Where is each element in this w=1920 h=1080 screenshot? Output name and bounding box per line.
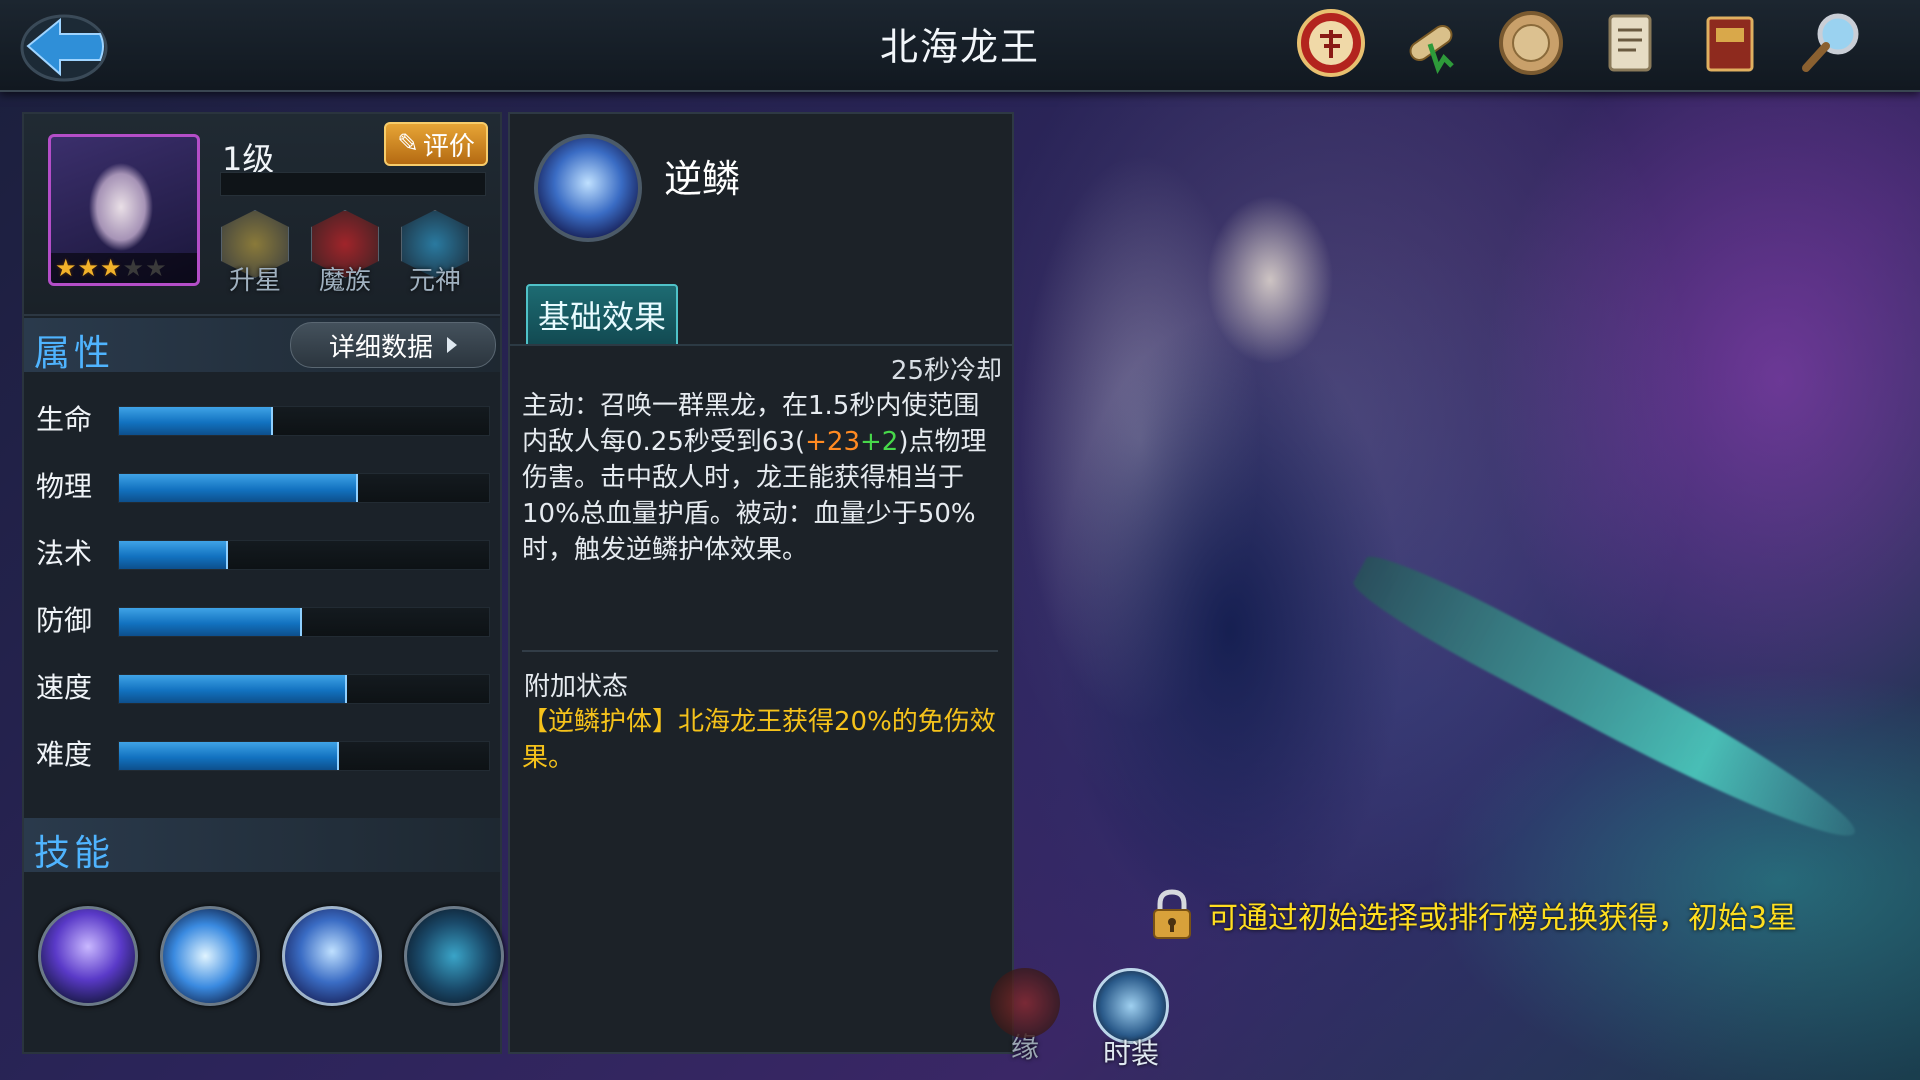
faction-badge[interactable]: 魔族 — [306, 210, 384, 302]
skill-description: 主动：召唤一群黑龙，在1.5秒内使范围内敌人每0.25秒受到63(+23+2)点… — [522, 391, 987, 565]
coin-icon[interactable] — [1494, 6, 1568, 80]
stat-row-physical: 物理 — [36, 465, 492, 505]
top-bar: 北海龙王 — [0, 0, 1920, 92]
book-icon[interactable] — [1694, 6, 1768, 80]
addon-state-title: 附加状态 — [524, 672, 629, 702]
attributes-title: 属性 — [34, 333, 115, 374]
challenge-icon[interactable] — [1294, 6, 1368, 80]
skill-detail-panel: 逆鳞 基础效果 25秒冷却 主动：召唤一群黑龙，在1.5秒内使范围内敌人每0.2… — [508, 112, 1014, 1054]
detail-data-button[interactable]: 详细数据 — [290, 322, 496, 368]
fate-icon — [990, 968, 1060, 1038]
magnifier-icon[interactable] — [1794, 6, 1868, 80]
addon-state-description: 【逆鳞护体】北海龙王获得20%的免伤效果。 — [522, 707, 996, 773]
skill-2-icon[interactable] — [160, 906, 260, 1006]
tab-fate[interactable]: 缘 — [980, 968, 1070, 1068]
stat-row-defense: 防御 — [36, 599, 492, 639]
star-empty-icon: ★ — [122, 254, 145, 282]
skill-1-icon[interactable] — [38, 906, 138, 1006]
skills-title: 技能 — [34, 833, 115, 874]
star-icon: ★ — [77, 254, 100, 282]
skills-header: 技能 — [24, 818, 500, 874]
hero-card: ★ ★ ★ ★ ★ 1级 ✎ 评价 升星 魔族 元神 — [24, 114, 500, 316]
rate-label: 评价 — [422, 131, 475, 162]
lock-icon — [1153, 889, 1191, 939]
stat-bar — [118, 473, 490, 503]
spirit-badge[interactable]: 元神 — [396, 210, 474, 302]
hero-info-panel: ★ ★ ★ ★ ★ 1级 ✎ 评价 升星 魔族 元神 属性 详细数据 生命 物理… — [22, 112, 504, 1054]
star-up-badge[interactable]: 升星 — [216, 210, 294, 302]
stat-row-speed: 速度 — [36, 666, 492, 706]
stat-bar — [118, 406, 490, 436]
attributes-header: 属性 详细数据 — [24, 318, 500, 374]
tab-basic-effect[interactable]: 基础效果 — [526, 284, 678, 346]
scroll-icon[interactable] — [1394, 6, 1468, 80]
exp-bar — [220, 172, 486, 196]
rate-button[interactable]: ✎ 评价 — [384, 122, 488, 166]
stat-row-magic: 法术 — [36, 532, 492, 572]
detail-data-label: 详细数据 — [328, 332, 433, 363]
skill-3-icon[interactable] — [282, 906, 382, 1006]
star-empty-icon: ★ — [145, 254, 167, 282]
stat-bar — [118, 741, 490, 771]
stat-bar — [118, 674, 490, 704]
page-title: 北海龙王 — [879, 25, 1040, 69]
play-arrow-icon — [447, 337, 457, 353]
star-icon: ★ — [100, 254, 122, 282]
back-button[interactable] — [14, 6, 110, 86]
skill-name: 逆鳞 — [664, 157, 741, 201]
stat-bar — [118, 540, 490, 570]
edit-icon: ✎ — [397, 129, 419, 159]
parchment-icon[interactable] — [1594, 6, 1668, 80]
skill-list — [38, 906, 504, 1006]
divider — [522, 650, 998, 652]
back-arrow-icon — [20, 14, 108, 82]
tab-underline — [510, 344, 1012, 346]
dragon-skill-icon — [534, 134, 642, 242]
skill-cooldown: 25秒冷却 — [890, 356, 1002, 386]
stat-bar — [118, 607, 490, 637]
stat-row-difficulty: 难度 — [36, 733, 492, 773]
tab-costume[interactable]: 时装 — [1086, 968, 1176, 1070]
unlock-note: 可通过初始选择或排行榜兑换获得，初始3星 — [1148, 888, 1797, 942]
star-icon: ★ — [55, 254, 77, 282]
skill-4-icon[interactable] — [404, 906, 504, 1006]
hero-portrait[interactable]: ★ ★ ★ ★ ★ — [48, 134, 200, 286]
star-rating: ★ ★ ★ ★ ★ — [51, 253, 197, 283]
stat-row-hp: 生命 — [36, 398, 492, 438]
